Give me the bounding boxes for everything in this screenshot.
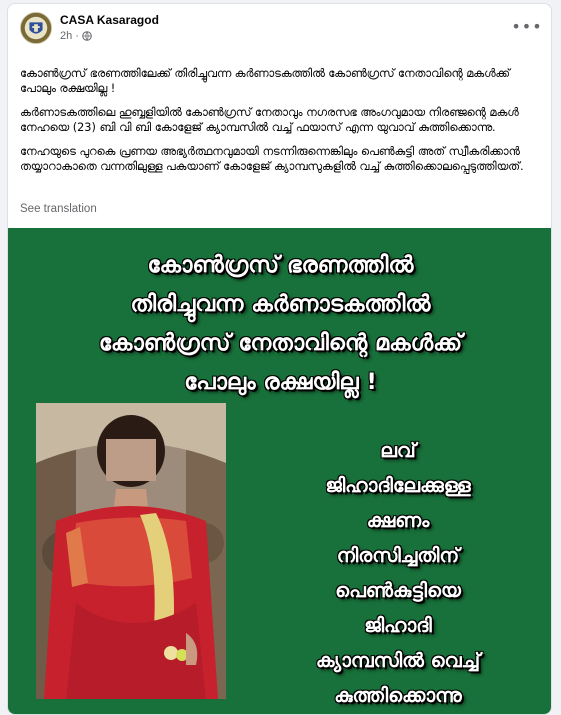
side-line: കുത്തിക്കൊന്നു — [334, 684, 462, 707]
side-line: ക്ഷണം — [366, 509, 430, 532]
side-line: ജിഹാദി — [364, 614, 432, 637]
post-image[interactable]: കോൺഗ്രസ് ഭരണത്തിൽ തിരിച്ചുവന്ന കർണാടകത്ത… — [8, 228, 551, 714]
globe-icon[interactable] — [82, 31, 92, 41]
post-timestamp[interactable]: 2h — [60, 30, 72, 42]
image-side-text: ലവ് ജിഹാദിലേക്കുള്ള ക്ഷണം നിരസിച്ചതിന് പ… — [258, 433, 538, 713]
page-name[interactable]: CASA Kasaragod — [60, 13, 159, 27]
post-meta: 2h · — [60, 30, 92, 42]
more-options-icon[interactable]: ••• — [511, 14, 541, 38]
headline-line: തിരിച്ചുവന്ന കർണാടകത്തിൽ — [130, 291, 431, 317]
side-line: ക്യാമ്പസിൽ വെച്ച് — [315, 649, 481, 672]
see-translation-link[interactable]: See translation — [20, 203, 97, 215]
post-paragraph-1: കോൺഗ്രസ് ഭരണത്തിലേക്ക് തിരിച്ചുവന്ന കർണാ… — [20, 67, 510, 95]
post-paragraph-3: നേഹയുടെ പുറകെ പ്രണയ അഭ്യർത്ഥനവുമായി നടന്… — [20, 145, 524, 173]
side-line: ലവ് — [380, 439, 416, 462]
post-header: CASA Kasaragod 2h · ••• — [8, 4, 551, 48]
headline-line: കോൺഗ്രസ് നേതാവിന്റെ മകൾക്ക് — [98, 330, 463, 356]
post-paragraph-2: കർണാടകത്തിലെ ഹുബ്ബളിയിൽ കോൺഗ്രസ് നേതാവും… — [20, 106, 519, 134]
page-avatar[interactable] — [20, 12, 52, 44]
headline-line: പോലും രക്ഷയില്ല ! — [184, 369, 377, 395]
post-body: കോൺഗ്രസ് ഭരണത്തിലേക്ക് തിരിച്ചുവന്ന കർണാ… — [20, 66, 540, 183]
side-line: നിരസിച്ചതിന് — [336, 544, 460, 567]
facebook-post: CASA Kasaragod 2h · ••• കോൺഗ്രസ് ഭരണത്തി… — [7, 3, 552, 715]
side-line: ജിഹാദിലേക്കുള്ള — [325, 474, 471, 497]
victim-photo — [36, 403, 226, 699]
side-line: പെൺകുട്ടിയെ — [335, 579, 461, 602]
image-headline: കോൺഗ്രസ് ഭരണത്തിൽ തിരിച്ചുവന്ന കർണാടകത്ത… — [8, 246, 551, 402]
headline-line: കോൺഗ്രസ് ഭരണത്തിൽ — [147, 252, 414, 278]
